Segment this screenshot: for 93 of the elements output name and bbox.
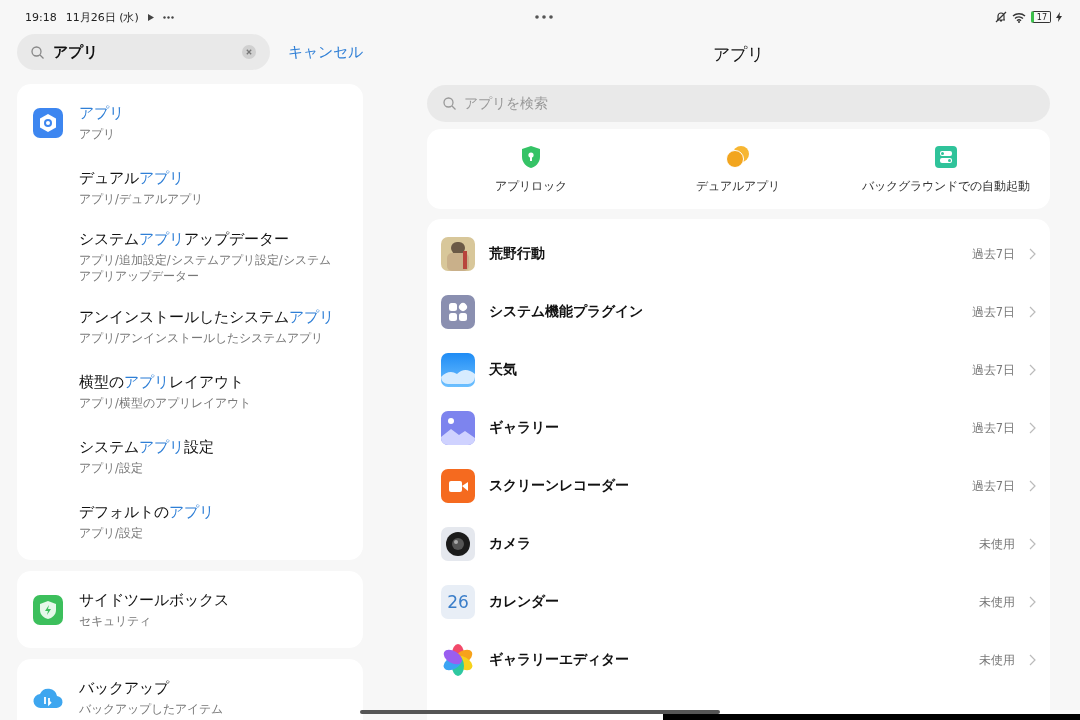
result-title: サイドツールボックス: [79, 590, 230, 610]
result-title: 横型のアプリレイアウト: [79, 372, 245, 392]
muted-bell-icon: [994, 11, 1007, 23]
charging-bolt-icon: [1056, 12, 1062, 22]
plugin-app-icon: [441, 295, 475, 329]
overlapping-circles-icon: [726, 146, 751, 168]
search-icon: [31, 45, 44, 59]
battery-indicator: 17: [1030, 11, 1051, 23]
search-query: アプリ: [53, 42, 99, 62]
cloud-app-icon: [33, 686, 63, 709]
usage-text: 過去7日: [971, 304, 1015, 320]
game-app-icon: [441, 237, 475, 271]
result-path: アプリ/設定: [79, 459, 144, 476]
app-row[interactable]: 26 カレンダー 未使用: [427, 573, 1050, 631]
app-name: カメラ: [489, 535, 532, 553]
result-title: バックアップ: [79, 678, 171, 698]
video-camera-app-icon: [441, 469, 475, 503]
chevron-right-icon: [1029, 422, 1036, 434]
usage-text: 過去7日: [971, 478, 1015, 494]
app-name: カレンダー: [489, 593, 560, 611]
page-title: アプリ: [712, 43, 765, 66]
app-name: 天気: [489, 361, 518, 379]
search-field[interactable]: アプリ: [17, 34, 270, 70]
camera-app-icon: [441, 527, 475, 561]
app-row[interactable]: カメラ 未使用: [427, 515, 1050, 573]
chevron-right-icon: [1029, 596, 1036, 608]
result-path: アプリ/設定: [79, 524, 144, 541]
usage-text: 過去7日: [971, 420, 1015, 436]
result-title: アプリ: [79, 103, 125, 123]
shortcut-link[interactable]: バックグラウンドでの自動起動: [862, 178, 1031, 195]
search-result[interactable]: デュアルアプリ アプリ/デュアルアプリ: [17, 155, 363, 220]
chevron-right-icon: [1029, 654, 1036, 666]
weather-app-icon: [441, 353, 475, 387]
usage-text: 未使用: [979, 594, 1015, 610]
shield-app-icon: [33, 594, 63, 625]
clock-time: 19:18: [25, 10, 57, 24]
search-result[interactable]: アンインストールしたシステムアプリ アプリ/アンインストールしたシステムアプリ: [17, 294, 363, 359]
app-name: 荒野行動: [489, 245, 546, 263]
settings-app-icon: [33, 107, 63, 138]
search-result[interactable]: デフォルトのアプリ アプリ/設定: [17, 489, 363, 554]
flower-app-icon: [441, 643, 475, 677]
chevron-right-icon: [1029, 248, 1036, 260]
result-title: デュアルアプリ: [79, 168, 185, 188]
chevron-right-icon: [1029, 364, 1036, 376]
chevron-right-icon: [1029, 480, 1036, 492]
play-icon: [147, 13, 154, 21]
search-result[interactable]: バックアップ バックアップしたアイテム: [17, 665, 363, 720]
result-path: アプリ/アンインストールしたシステムアプリ: [79, 329, 324, 346]
result-path: アプリ: [79, 125, 116, 142]
toggle-switches-icon: [935, 146, 958, 168]
app-name: システム機能プラグイン: [489, 303, 644, 321]
shield-lock-icon: [521, 146, 540, 168]
usage-text: 未使用: [979, 536, 1015, 552]
app-row[interactable]: 天気 過去7日: [427, 341, 1050, 399]
app-row[interactable]: ギャラリーエディター 未使用: [427, 631, 1050, 689]
app-name: スクリーンレコーダー: [489, 477, 630, 495]
calendar-app-icon: 26: [441, 585, 475, 619]
app-row[interactable]: ギャラリー 過去7日: [427, 399, 1050, 457]
app-row[interactable]: 荒野行動 過去7日: [427, 225, 1050, 283]
search-result[interactable]: サイドツールボックス セキュリティ: [17, 577, 363, 642]
result-title: デフォルトのアプリ: [79, 502, 215, 522]
result-path: アプリ/デュアルアプリ: [79, 190, 204, 207]
search-result[interactable]: システムアプリ設定 アプリ/設定: [17, 424, 363, 489]
search-result[interactable]: システムアプリアップデーター アプリ/追加設定/システムアプリ設定/システムアプリアップデーター: [17, 220, 363, 294]
result-path: アプリ/追加設定/システムアプリ設定/システムアプリアップデーター: [79, 252, 332, 284]
gallery-app-icon: [441, 411, 475, 445]
search-icon: [443, 97, 456, 110]
wifi-icon: [1011, 11, 1026, 23]
shortcut-link[interactable]: アプリロック: [494, 178, 567, 195]
result-path: セキュリティ: [79, 612, 152, 629]
date-text: 11月26日 (水): [65, 9, 139, 25]
usage-text: 未使用: [979, 652, 1015, 668]
app-name: ギャラリーエディター: [489, 651, 630, 669]
usage-text: 過去7日: [971, 246, 1015, 262]
result-path: バックアップしたアイテム: [79, 700, 224, 717]
search-placeholder: アプリを検索: [464, 94, 548, 113]
result-title: システムアプリアップデーター: [79, 230, 290, 249]
app-row[interactable]: スクリーンレコーダー 過去7日: [427, 457, 1050, 515]
app-row[interactable]: システム機能プラグイン 過去7日: [427, 283, 1050, 341]
result-title: アンインストールしたシステムアプリ: [79, 307, 335, 327]
cancel-link[interactable]: キャンセル: [288, 42, 363, 62]
search-result[interactable]: アプリ アプリ: [17, 90, 363, 155]
chevron-right-icon: [1029, 306, 1036, 318]
more-dots-icon: [162, 15, 174, 19]
clear-icon[interactable]: [242, 45, 256, 59]
result-path: アプリ/横型のアプリレイアウト: [79, 394, 252, 411]
usage-text: 過去7日: [971, 362, 1015, 378]
app-name: ギャラリー: [489, 419, 560, 437]
search-result[interactable]: 横型のアプリレイアウト アプリ/横型のアプリレイアウト: [17, 359, 363, 424]
chevron-right-icon: [1029, 538, 1036, 550]
result-title: システムアプリ設定: [79, 437, 215, 457]
shortcut-link[interactable]: デュアルアプリ: [696, 178, 781, 195]
multitask-dots-icon[interactable]: [534, 15, 553, 19]
